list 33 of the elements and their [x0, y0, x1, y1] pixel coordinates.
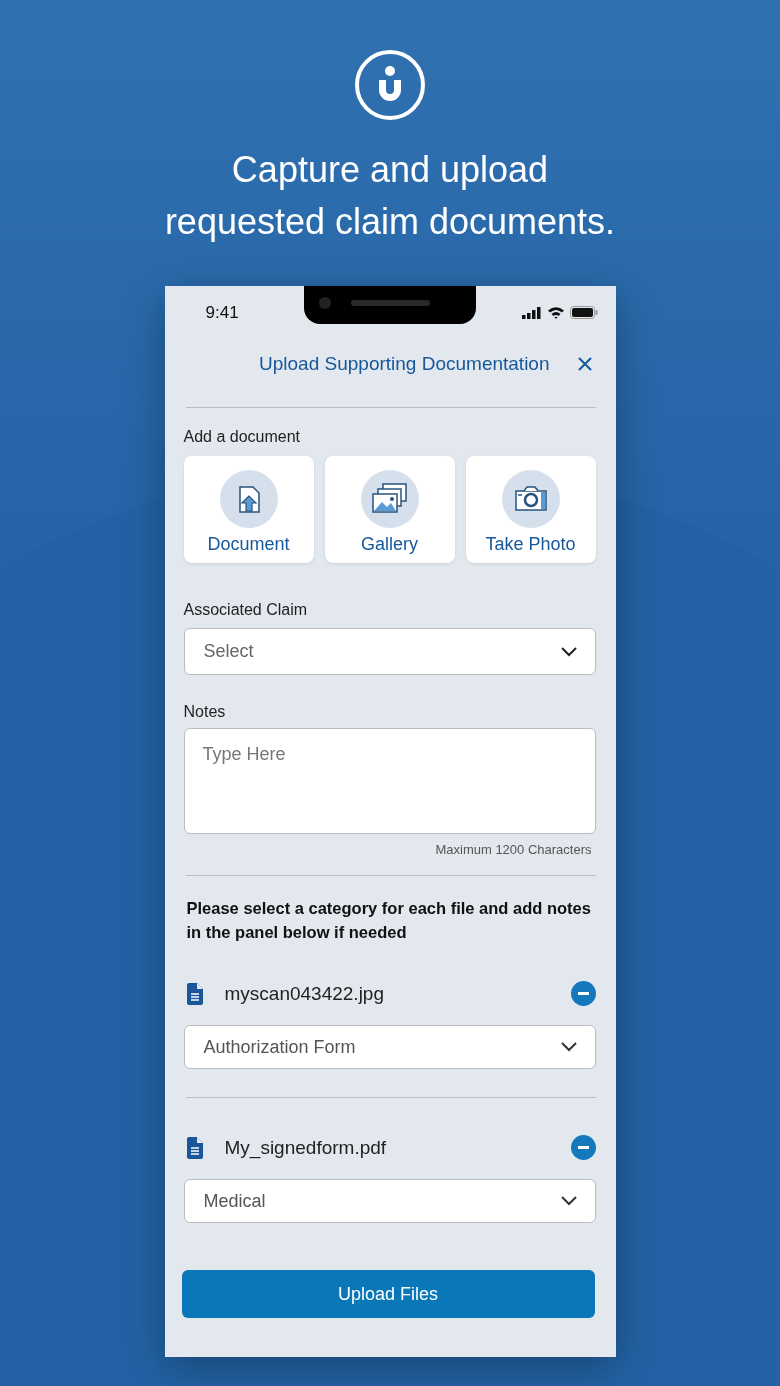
file-name: My_signedform.pdf [224, 1136, 388, 1159]
remove-file-button[interactable] [570, 981, 596, 1006]
file-icon [186, 982, 203, 1005]
signal-icon [521, 306, 542, 319]
add-option-button[interactable]: Document [183, 456, 314, 563]
remove-file-button[interactable] [570, 1135, 596, 1160]
claim-select[interactable]: Select [183, 628, 596, 675]
logo-icon [353, 48, 427, 122]
category-select[interactable]: Medical [183, 1179, 596, 1223]
field-label: Notes [183, 703, 227, 721]
camera-icon [501, 470, 560, 528]
file-name: myscan043422.jpg [224, 982, 385, 1005]
close-button[interactable] [575, 355, 594, 373]
add-option-button[interactable]: Gallery [324, 456, 455, 563]
category-select[interactable]: Authorization Form [183, 1025, 596, 1069]
chevron-down-icon [560, 1196, 577, 1206]
notes-field[interactable]: Type Here [183, 728, 596, 834]
upload-files-button[interactable]: Upload Files [181, 1270, 595, 1318]
file-icon [186, 1136, 203, 1159]
field-label: Associated Claim [183, 601, 309, 619]
add-option-button[interactable]: Take Photo [465, 456, 596, 563]
dialog-title: Upload Supporting Documentation [259, 353, 550, 375]
wifi-icon [546, 306, 565, 319]
character-limit-note: Maximum 1200 Characters [434, 842, 593, 857]
section-label: Add a document [183, 428, 302, 446]
headline: Capture and upload requested claim documents. [164, 148, 616, 244]
instructions-text: Please select a category for each file and add notes in the panel below if needed [186, 898, 592, 943]
document-upload-icon [219, 470, 278, 528]
gallery-icon [360, 470, 419, 528]
status-time: 9:41 [205, 302, 239, 323]
chevron-down-icon [560, 646, 577, 657]
chevron-down-icon [560, 1042, 577, 1052]
battery-icon [569, 306, 598, 319]
